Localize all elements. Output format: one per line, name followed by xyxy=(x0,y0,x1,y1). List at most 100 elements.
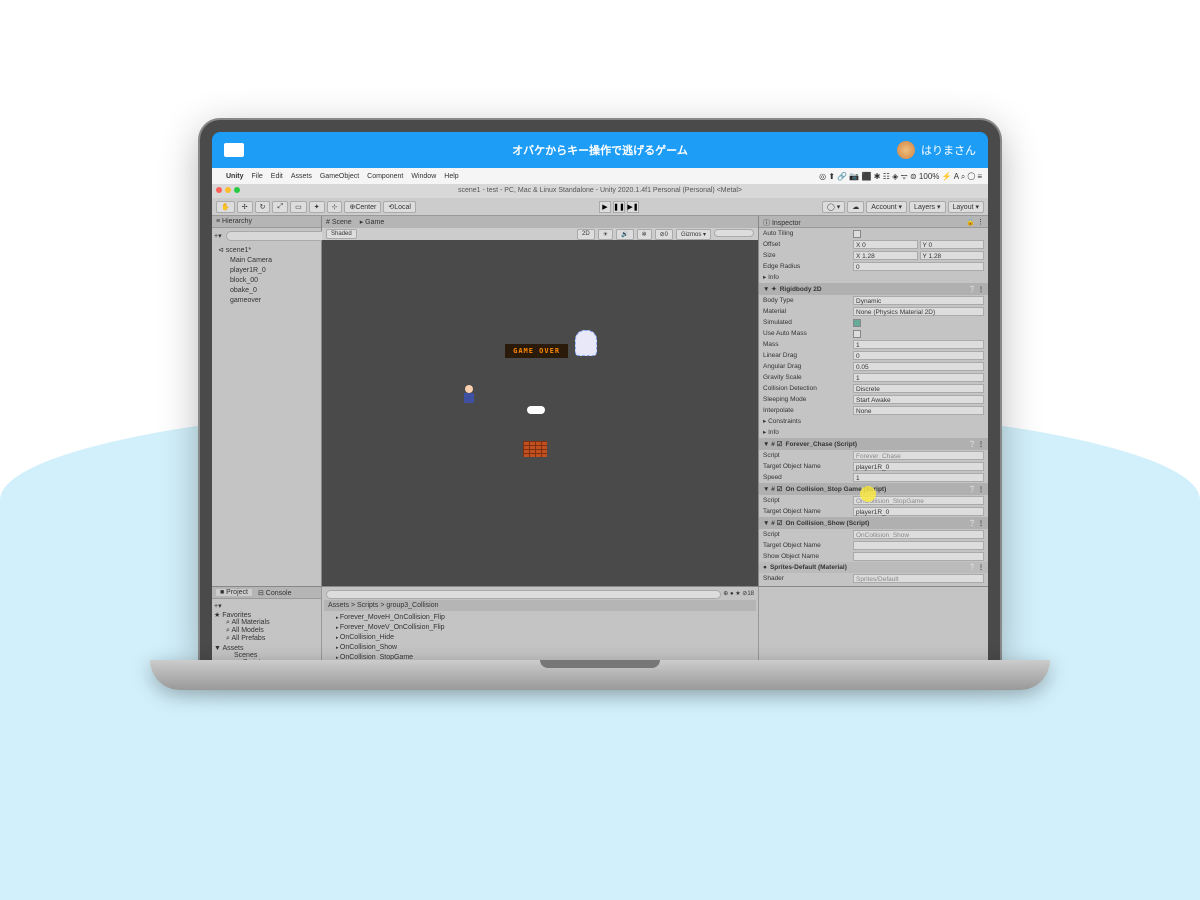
add-component-button[interactable]: Add Component xyxy=(759,584,988,586)
scene-search-input[interactable] xyxy=(714,229,754,237)
transform-tool-icon[interactable]: ✦ xyxy=(309,201,325,213)
play-button-icon[interactable]: ▶ xyxy=(599,201,611,213)
hierarchy-scene[interactable]: ⊲ scene1* xyxy=(214,246,319,256)
body-type-dropdown[interactable]: Dynamic xyxy=(853,296,984,305)
pivot-local-button[interactable]: ⟲Local xyxy=(383,201,416,213)
component-tools-icon[interactable]: ❔ ⋮ xyxy=(969,486,984,493)
simulated-checkbox[interactable] xyxy=(853,319,861,327)
hierarchy-add-icon[interactable]: +▾ xyxy=(214,232,222,240)
forever-chase-header[interactable]: ▼ # ☑Forever_Chase (Script)❔ ⋮ xyxy=(759,438,988,450)
script-file[interactable]: OnCollision_Hide xyxy=(328,633,752,643)
linear-drag-field[interactable]: 0 xyxy=(853,351,984,360)
menu-edit[interactable]: Edit xyxy=(271,173,283,180)
layers-button[interactable]: Layers ▾ xyxy=(909,201,945,213)
collision-det-dropdown[interactable]: Discrete xyxy=(853,384,984,393)
maximize-icon[interactable] xyxy=(234,187,240,193)
mode-2d-button[interactable]: 2D xyxy=(577,229,595,240)
scale-tool-icon[interactable]: ⤢ xyxy=(272,201,288,213)
pivot-center-button[interactable]: ⊕Center xyxy=(344,201,381,213)
close-icon[interactable] xyxy=(216,187,222,193)
move-tool-icon[interactable]: ✢ xyxy=(237,201,253,213)
material-field[interactable]: None (Physics Material 2D) xyxy=(853,307,984,316)
shader-dropdown[interactable]: Sprites/Default xyxy=(853,574,984,583)
favorites-header[interactable]: ★ Favorites xyxy=(214,611,319,619)
script-file[interactable]: OnCollision_StopGame xyxy=(328,653,752,660)
folder-scenes[interactable]: Scenes xyxy=(224,652,319,659)
lighting-icon[interactable]: ☀ xyxy=(598,229,613,240)
rect-tool-icon[interactable]: ▭ xyxy=(290,201,307,213)
gravity-field[interactable]: 1 xyxy=(853,373,984,382)
cloud-icon[interactable]: ☁ xyxy=(847,201,864,213)
sh-show-field[interactable] xyxy=(853,552,984,561)
hidden-icon[interactable]: ⊘0 xyxy=(655,229,673,240)
collab-button[interactable]: ◯ ▾ xyxy=(822,201,845,213)
script-file[interactable]: Forever_MoveV_OnCollision_Flip xyxy=(328,623,752,633)
fx-icon[interactable]: ✲ xyxy=(637,229,652,240)
sg-target-field[interactable]: player1R_0 xyxy=(853,507,984,516)
auto-tiling-checkbox[interactable] xyxy=(853,230,861,238)
angular-drag-field[interactable]: 0.05 xyxy=(853,362,984,371)
auto-mass-checkbox[interactable] xyxy=(853,330,861,338)
sh-target-field[interactable] xyxy=(853,541,984,550)
traffic-lights[interactable] xyxy=(216,187,240,193)
menu-window[interactable]: Window xyxy=(411,173,436,180)
offset-y-field[interactable]: Y 0 xyxy=(920,240,985,249)
account-button[interactable]: Account ▾ xyxy=(866,201,907,213)
project-filter-icon[interactable]: ⊕ ● ★ ⊘18 xyxy=(723,590,754,599)
app-name[interactable]: Unity xyxy=(226,173,244,180)
inspector-lock-icon[interactable]: 🔒 ⋮ xyxy=(966,218,984,225)
menu-component[interactable]: Component xyxy=(367,173,403,180)
inspector-tab[interactable]: ⓘ Inspector 🔒 ⋮ xyxy=(759,216,988,228)
assets-header[interactable]: ▼ Assets xyxy=(214,645,319,652)
fav-item[interactable]: ⌕ All Prefabs xyxy=(226,635,319,643)
fc-speed-field[interactable]: 1 xyxy=(853,473,984,482)
info-foldout[interactable]: ▸ Info xyxy=(759,272,988,283)
custom-tool-icon[interactable]: ⊹ xyxy=(327,201,343,213)
sprites-material-header[interactable]: ●Sprites-Default (Material)❔ ⋮ xyxy=(759,562,988,573)
size-x-field[interactable]: X 1.28 xyxy=(853,251,918,260)
shaded-dropdown[interactable]: Shaded xyxy=(326,229,357,239)
tab-console[interactable]: ⊟ Console xyxy=(258,589,292,596)
menu-gameobject[interactable]: GameObject xyxy=(320,173,359,180)
layout-button[interactable]: Layout ▾ xyxy=(948,201,984,213)
hierarchy-tab[interactable]: ≡ Hierarchy xyxy=(212,216,321,228)
show-header[interactable]: ▼ # ☑On Collision_Show (Script)❔ ⋮ xyxy=(759,517,988,529)
minimize-icon[interactable] xyxy=(225,187,231,193)
tab-project[interactable]: ■ Project xyxy=(216,589,252,596)
gameover-sprite[interactable]: GAME OVER xyxy=(505,344,568,358)
app-logo-icon[interactable] xyxy=(224,143,244,157)
user-badge[interactable]: はりまさん xyxy=(897,141,976,159)
component-tools-icon[interactable]: ❔ ⋮ xyxy=(969,564,984,571)
ghost-sprite[interactable] xyxy=(575,330,597,356)
component-tools-icon[interactable]: ❔ ⋮ xyxy=(969,441,984,448)
player-sprite[interactable] xyxy=(462,385,476,403)
hand-tool-icon[interactable]: ✋ xyxy=(216,201,235,213)
component-tools-icon[interactable]: ❔ ⋮ xyxy=(969,520,984,527)
rotate-tool-icon[interactable]: ↻ xyxy=(255,201,271,213)
fc-target-field[interactable]: player1R_0 xyxy=(853,462,984,471)
brick-sprite[interactable] xyxy=(523,441,547,457)
hierarchy-item[interactable]: player1R_0 xyxy=(214,266,319,276)
rigidbody-header[interactable]: ▼ ✦Rigidbody 2D❔ ⋮ xyxy=(759,283,988,295)
audio-icon[interactable]: 🔊 xyxy=(616,229,633,240)
size-y-field[interactable]: Y 1.28 xyxy=(920,251,985,260)
constraints-foldout[interactable]: ▸ Constraints xyxy=(759,416,988,427)
hierarchy-item[interactable]: gameover xyxy=(214,296,319,306)
tab-game[interactable]: ▸ Game xyxy=(360,218,385,226)
step-button-icon[interactable]: ▶❚ xyxy=(627,201,639,213)
hierarchy-item[interactable]: block_00 xyxy=(214,276,319,286)
cloud-sprite[interactable] xyxy=(527,406,545,414)
fav-item[interactable]: ⌕ All Models xyxy=(226,627,319,635)
menu-assets[interactable]: Assets xyxy=(291,173,312,180)
tab-scene[interactable]: # Scene xyxy=(326,219,352,226)
offset-x-field[interactable]: X 0 xyxy=(853,240,918,249)
edge-radius-field[interactable]: 0 xyxy=(853,262,984,271)
pause-button-icon[interactable]: ❚❚ xyxy=(613,201,625,213)
interpolate-dropdown[interactable]: None xyxy=(853,406,984,415)
sleep-dropdown[interactable]: Start Awake xyxy=(853,395,984,404)
hierarchy-item[interactable]: obake_0 xyxy=(214,286,319,296)
script-file[interactable]: OnCollision_Show xyxy=(328,643,752,653)
component-tools-icon[interactable]: ❔ ⋮ xyxy=(969,286,984,293)
project-add-icon[interactable]: +▾ xyxy=(214,602,222,610)
breadcrumb[interactable]: Assets > Scripts > group3_Collision xyxy=(324,600,756,611)
